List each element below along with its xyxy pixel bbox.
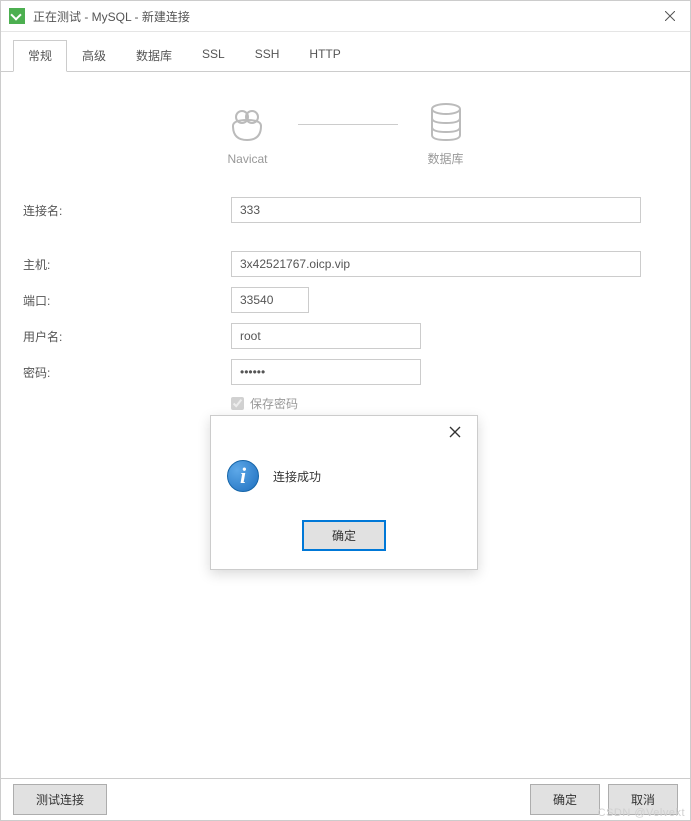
- dialog-ok-button[interactable]: 确定: [302, 520, 386, 551]
- row-conn-name: 连接名:: [21, 197, 670, 223]
- row-pass: 密码:: [21, 359, 670, 385]
- close-icon: [665, 11, 675, 21]
- host-label: 主机:: [21, 256, 231, 273]
- user-input[interactable]: [231, 323, 421, 349]
- diagram-database-label: 数据库: [428, 150, 464, 167]
- test-connection-button[interactable]: 测试连接: [13, 784, 107, 815]
- dialog-footer: 确定: [211, 512, 477, 569]
- tab-general[interactable]: 常规: [13, 40, 67, 72]
- tab-ssh[interactable]: SSH: [240, 40, 295, 71]
- row-save-pass: 保存密码: [231, 395, 670, 412]
- dialog-body: i 连接成功: [211, 448, 477, 512]
- cancel-button[interactable]: 取消: [608, 784, 678, 815]
- conn-name-label: 连接名:: [21, 202, 231, 219]
- titlebar: 正在测试 - MySQL - 新建连接: [1, 1, 690, 32]
- row-host: 主机:: [21, 251, 670, 277]
- navicat-icon: [227, 104, 267, 144]
- dialog-message: 连接成功: [273, 468, 321, 485]
- tab-ssl[interactable]: SSL: [187, 40, 240, 71]
- dialog-close-button[interactable]: [433, 416, 477, 448]
- footer: 测试连接 确定 取消: [1, 778, 690, 820]
- close-icon: [449, 426, 461, 438]
- window-close-button[interactable]: [650, 1, 690, 32]
- window: 正在测试 - MySQL - 新建连接 常规 高级 数据库 SSL SSH HT…: [0, 0, 691, 821]
- row-port: 端口:: [21, 287, 670, 313]
- result-dialog: i 连接成功 确定: [210, 415, 478, 570]
- pass-input[interactable]: [231, 359, 421, 385]
- tab-database[interactable]: 数据库: [121, 40, 187, 71]
- window-title: 正在测试 - MySQL - 新建连接: [33, 8, 650, 25]
- pass-label: 密码:: [21, 364, 231, 381]
- database-icon: [428, 102, 464, 142]
- row-user: 用户名:: [21, 323, 670, 349]
- dialog-titlebar: [211, 416, 477, 448]
- ok-button[interactable]: 确定: [530, 784, 600, 815]
- port-input[interactable]: [231, 287, 309, 313]
- tab-http[interactable]: HTTP: [294, 40, 355, 71]
- conn-name-input[interactable]: [231, 197, 641, 223]
- connection-diagram: Navicat 数据库: [21, 102, 670, 167]
- tabbar: 常规 高级 数据库 SSL SSH HTTP: [1, 40, 690, 72]
- diagram-navicat-label: Navicat: [227, 152, 267, 166]
- port-label: 端口:: [21, 292, 231, 309]
- tab-advanced[interactable]: 高级: [67, 40, 121, 71]
- save-pass-label: 保存密码: [250, 395, 298, 412]
- info-icon: i: [227, 460, 259, 492]
- diagram-navicat: Navicat: [227, 104, 267, 166]
- diagram-line: [298, 124, 398, 125]
- save-pass-checkbox[interactable]: [231, 397, 244, 410]
- app-icon: [9, 8, 25, 24]
- host-input[interactable]: [231, 251, 641, 277]
- diagram-database: 数据库: [428, 102, 464, 167]
- user-label: 用户名:: [21, 328, 231, 345]
